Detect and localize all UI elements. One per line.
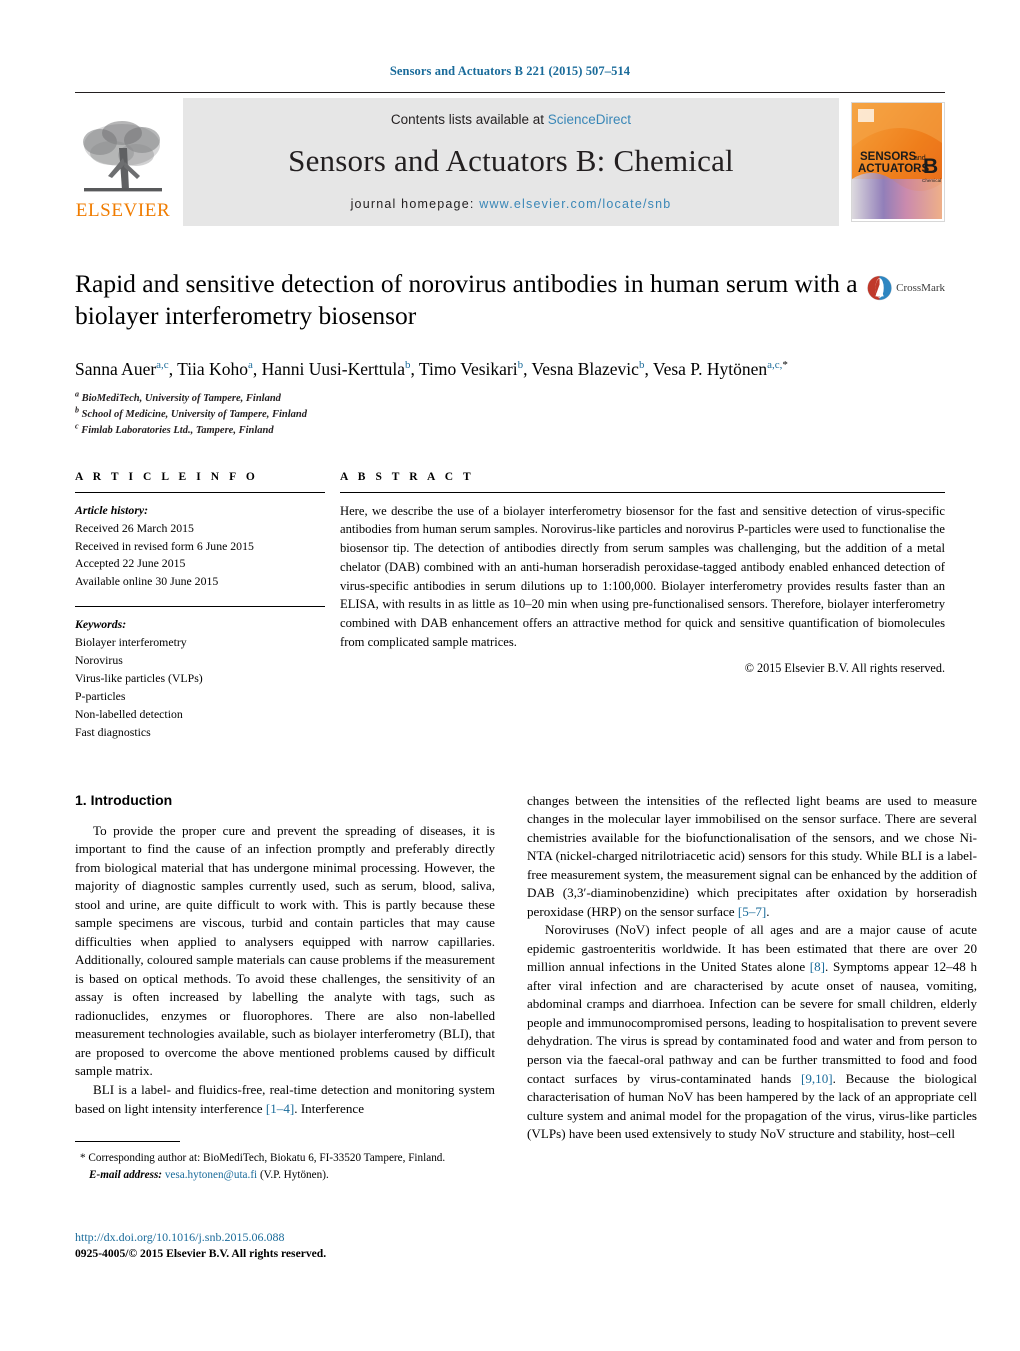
doi-link[interactable]: http://dx.doi.org/10.1016/j.snb.2015.06.… xyxy=(75,1229,326,1246)
svg-text:SENSORS: SENSORS xyxy=(860,151,917,163)
footnote-star: * xyxy=(80,1152,86,1165)
article-info-divider xyxy=(75,491,325,493)
corresponding-author-note: * Corresponding author at: BioMediTech, … xyxy=(75,1150,495,1167)
issn-copyright-line: 0925-4005/© 2015 Elsevier B.V. All right… xyxy=(75,1247,327,1261)
abstract-copyright: © 2015 Elsevier B.V. All rights reserved… xyxy=(744,660,945,675)
keyword-item: Non-labelled detection xyxy=(75,706,183,721)
affiliation-text: BioMediTech, University of Tampere, Finl… xyxy=(81,392,281,404)
affiliation-item: a BioMediTech, University of Tampere, Fi… xyxy=(75,389,945,407)
keywords-label: Keywords: xyxy=(75,617,127,632)
header-divider xyxy=(75,92,945,93)
citation-ref[interactable]: [1–4] xyxy=(266,1101,294,1116)
keyword-item: Norovirus xyxy=(75,653,123,668)
keyword-item: Biolayer interferometry xyxy=(75,635,187,650)
article-page: Sensors and Actuators B 221 (2015) 507–5… xyxy=(0,0,1020,1351)
affiliation-marker: b xyxy=(75,405,79,415)
author-list: Sanna Auera,c, Tiia Kohoa, Hanni Uusi-Ke… xyxy=(75,359,788,379)
crossmark-label: CrossMark xyxy=(896,282,945,294)
masthead-center: Contents lists available at ScienceDirec… xyxy=(183,98,839,226)
article-history-label: Article history: xyxy=(75,502,149,517)
citation-ref[interactable]: [5–7] xyxy=(738,904,766,919)
intro-paragraph-bli: BLI is a label- and fluidics-free, real-… xyxy=(75,1081,495,1118)
affiliation-text: Fimlab Laboratories Ltd., Tampere, Finla… xyxy=(81,424,274,436)
affiliation-item: c Fimlab Laboratories Ltd., Tampere, Fin… xyxy=(75,421,945,439)
bli-text-post: . Interference xyxy=(294,1100,365,1116)
crossmark-badge[interactable]: CrossMark xyxy=(867,262,945,314)
abstract-column: A B S T R A C T Here, we describe the us… xyxy=(340,471,945,742)
journal-cover-image: SENSORS and ACTUATORS B Chemical xyxy=(851,102,945,222)
keywords-block: Keywords: Biolayer interferometry Norovi… xyxy=(75,616,325,741)
email-owner: (V.P. Hytönen). xyxy=(259,1168,329,1181)
contents-prefix: Contents lists available at xyxy=(390,111,545,127)
affiliation-list: a BioMediTech, University of Tampere, Fi… xyxy=(75,389,945,439)
homepage-url[interactable]: www.elsevier.com/locate/snb xyxy=(479,197,671,211)
info-abstract-section: A R T I C L E I N F O Article history: R… xyxy=(75,471,945,742)
citation-ref[interactable]: [9,10] xyxy=(801,1071,833,1086)
article-info-column: A R T I C L E I N F O Article history: R… xyxy=(75,471,325,742)
page-title: Rapid and sensitive detection of norovir… xyxy=(75,269,858,330)
svg-text:B: B xyxy=(923,155,938,178)
svg-text:ACTUATORS: ACTUATORS xyxy=(858,163,929,175)
affiliation-marker: c xyxy=(75,421,79,431)
article-history: Article history: Received 26 March 2015 … xyxy=(75,502,325,592)
corresponding-author-text: Corresponding author at: BioMediTech, Bi… xyxy=(88,1152,446,1165)
affiliation-text: School of Medicine, University of Tamper… xyxy=(81,408,307,420)
abstract-heading: A B S T R A C T xyxy=(340,470,475,483)
journal-homepage-line: journal homepage: www.elsevier.com/locat… xyxy=(351,197,672,211)
page-footer: http://dx.doi.org/10.1016/j.snb.2015.06.… xyxy=(75,1229,326,1263)
citation-ref[interactable]: [8] xyxy=(810,959,825,974)
crossmark-icon xyxy=(867,275,892,301)
email-link[interactable]: vesa.hytonen@uta.fi xyxy=(165,1169,257,1181)
email-label: E-mail address: xyxy=(89,1168,163,1181)
article-info-heading: A R T I C L E I N F O xyxy=(75,470,259,483)
email-note: E-mail address: vesa.hytonen@uta.fi (V.P… xyxy=(75,1167,495,1184)
section-title-introduction: 1. Introduction xyxy=(75,791,173,808)
right-p1-post: . xyxy=(766,903,770,919)
affiliation-item: b School of Medicine, University of Tamp… xyxy=(75,405,945,423)
elsevier-wordmark: ELSEVIER xyxy=(75,200,171,221)
affiliation-marker: a xyxy=(75,389,79,399)
journal-masthead: ELSEVIER Contents lists available at Sci… xyxy=(75,98,945,226)
intro-paragraph: To provide the proper cure and prevent t… xyxy=(75,822,495,1079)
sciencedirect-link[interactable]: ScienceDirect xyxy=(548,112,631,127)
running-head: Sensors and Actuators B 221 (2015) 507–5… xyxy=(389,64,631,78)
body-column-left: 1. Introduction To provide the proper cu… xyxy=(75,792,495,1184)
right-p1-pre: changes between the intensities of the r… xyxy=(527,792,977,919)
keyword-item: P-particles xyxy=(75,689,126,703)
body-columns: 1. Introduction To provide the proper cu… xyxy=(75,792,977,1184)
elsevier-logo: ELSEVIER xyxy=(75,98,171,226)
right-paragraph-continued: changes between the intensities of the r… xyxy=(527,792,977,922)
history-item: Received 26 March 2015 xyxy=(75,520,194,535)
body-column-right: changes between the intensities of the r… xyxy=(527,792,977,1184)
history-item: Accepted 22 June 2015 xyxy=(75,556,186,571)
cover-art: SENSORS and ACTUATORS B Chemical xyxy=(852,103,942,219)
abstract-divider xyxy=(340,491,945,493)
keyword-item: Virus-like particles (VLPs) xyxy=(75,671,203,686)
abstract-text: Here, we describe the use of a biolayer … xyxy=(340,503,945,649)
keyword-item: Fast diagnostics xyxy=(75,724,151,739)
keywords-divider xyxy=(75,606,325,608)
contents-line: Contents lists available at ScienceDirec… xyxy=(391,112,631,127)
title-block: Rapid and sensitive detection of norovir… xyxy=(75,268,945,340)
journal-title: Sensors and Actuators B: Chemical xyxy=(288,142,734,178)
svg-text:Chemical: Chemical xyxy=(922,178,941,183)
history-item: Received in revised form 6 June 2015 xyxy=(75,538,254,553)
footnote-divider xyxy=(75,1141,180,1143)
right-paragraph-norovirus: Noroviruses (NoV) infect people of all a… xyxy=(527,921,977,1143)
homepage-label: journal homepage: xyxy=(350,196,475,211)
elsevier-tree-icon xyxy=(83,121,162,192)
right-p2-b: . Symptoms appear 12–48 h after viral in… xyxy=(527,959,977,1086)
footnote-block: * Corresponding author at: BioMediTech, … xyxy=(75,1141,495,1184)
history-item: Available online 30 June 2015 xyxy=(75,574,219,589)
